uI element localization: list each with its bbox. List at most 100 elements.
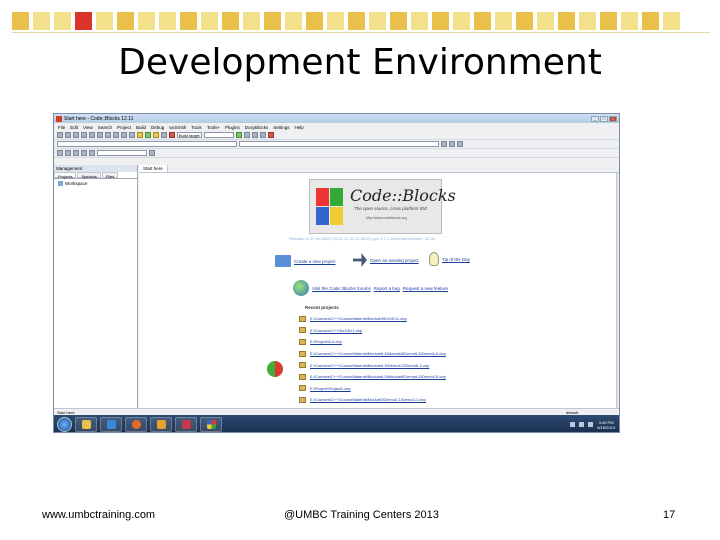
- menu-edit[interactable]: Edit: [70, 125, 78, 130]
- project-file-icon: [299, 338, 306, 345]
- deco-square: [264, 12, 281, 30]
- feature-request-link[interactable]: Request a new feature: [403, 286, 448, 291]
- function-select[interactable]: [239, 141, 439, 147]
- stop-debug-icon[interactable]: [268, 132, 275, 138]
- maximize-button[interactable]: □: [600, 115, 608, 122]
- save-icon[interactable]: [73, 132, 79, 138]
- taskbar-media[interactable]: [100, 417, 122, 432]
- tip-of-day-link[interactable]: Tip of the Day: [429, 252, 470, 266]
- debug-icon[interactable]: [236, 132, 243, 138]
- report-bug-link[interactable]: Report a bug: [374, 286, 400, 291]
- open-icon[interactable]: [65, 132, 71, 138]
- list-item[interactable]: E:\Project\Project1.cbp: [299, 383, 446, 395]
- regex-icon[interactable]: [89, 150, 95, 156]
- run-icon[interactable]: [145, 132, 151, 138]
- menu-wxsmith[interactable]: wxSmith: [169, 125, 186, 130]
- tab-files[interactable]: Files: [101, 172, 119, 179]
- build-icon[interactable]: [137, 132, 143, 138]
- save-all-icon[interactable]: [81, 132, 87, 138]
- deco-square: [285, 12, 302, 30]
- tab-symbols[interactable]: Symbols: [77, 172, 101, 179]
- menu-build[interactable]: Build: [136, 125, 146, 130]
- match-brace-icon[interactable]: [81, 150, 87, 156]
- paste-icon[interactable]: [121, 132, 127, 138]
- menu-file[interactable]: File: [58, 125, 65, 130]
- recent-projects-header: Recent projects: [305, 305, 339, 310]
- create-project-link[interactable]: Create a new project: [275, 255, 336, 267]
- editor-tabs: Start here: [139, 165, 619, 173]
- search-icon[interactable]: [149, 150, 155, 156]
- step-into-icon[interactable]: [252, 132, 259, 138]
- list-item[interactable]: E:\Project\6-4.cbp: [299, 336, 446, 348]
- list-item[interactable]: E:\Courses\C++\CourseMaterial\Module2\De…: [299, 394, 446, 406]
- list-item[interactable]: E:\Courses\C++\CourseMaterial\Module6-5\…: [299, 371, 446, 383]
- deco-square: [96, 12, 113, 30]
- menu-project[interactable]: Project: [117, 125, 131, 130]
- taskbar-photoshop[interactable]: [175, 417, 197, 432]
- workspace-node[interactable]: Workspace: [54, 179, 137, 188]
- menu-tools[interactable]: Tools: [191, 125, 202, 130]
- cut-icon[interactable]: [105, 132, 111, 138]
- scope-select[interactable]: [57, 141, 237, 147]
- taskbar-explorer[interactable]: [75, 417, 97, 432]
- jump-forward-icon[interactable]: [449, 141, 455, 147]
- menu-tools-plus[interactable]: Tools+: [207, 125, 220, 130]
- menu-settings[interactable]: Settings: [273, 125, 289, 130]
- clock-time: 3:40 PM: [598, 419, 614, 425]
- list-item[interactable]: E:\Courses\C++\CourseMaterial\Module6-5\…: [299, 359, 446, 371]
- slide-title: Development Environment: [118, 42, 602, 83]
- clock[interactable]: 3:40 PM 6/18/2013: [597, 420, 615, 430]
- minimize-button[interactable]: _: [591, 115, 599, 122]
- list-item[interactable]: E:\Courses\C++\Ex1\Ex1.cbp: [299, 325, 446, 337]
- menu-help[interactable]: Help: [295, 125, 304, 130]
- menu-plugins[interactable]: Plugins: [225, 125, 240, 130]
- menu-search[interactable]: Search: [98, 125, 112, 130]
- build-run-icon[interactable]: [153, 132, 159, 138]
- clock-date: 6/18/2013: [597, 424, 615, 430]
- close-button[interactable]: ×: [609, 115, 617, 122]
- prev-line-icon[interactable]: [65, 150, 71, 156]
- menu-doxyblocks[interactable]: DoxyBlocks: [245, 125, 269, 130]
- bookmark-icon[interactable]: [457, 141, 463, 147]
- undo-icon[interactable]: [89, 132, 95, 138]
- deco-square: [243, 12, 260, 30]
- step-icon[interactable]: [244, 132, 251, 138]
- jump-back-icon[interactable]: [441, 141, 447, 147]
- network-icon[interactable]: [570, 422, 576, 427]
- deco-square: [558, 12, 575, 30]
- open-project-link[interactable]: Open an existing project: [353, 253, 419, 267]
- list-item[interactable]: E:\Courses\C++\CourseMaterial\Module4\Ex…: [299, 313, 446, 325]
- footer-copyright: @UMBC Training Centers 2013: [284, 509, 439, 521]
- build-target-select[interactable]: [204, 132, 235, 138]
- forums-link[interactable]: Visit the Code::Blocks forums Report a b…: [293, 280, 448, 296]
- taskbar-codeblocks[interactable]: [200, 417, 222, 432]
- step-out-icon[interactable]: [260, 132, 267, 138]
- toggle-comment-icon[interactable]: [57, 150, 63, 156]
- flag-icon[interactable]: [579, 422, 585, 427]
- volume-icon[interactable]: [588, 422, 594, 427]
- search-input[interactable]: [97, 150, 147, 156]
- workspace-icon: [58, 181, 63, 186]
- taskbar-outlook[interactable]: [150, 417, 172, 432]
- refresh-icon[interactable]: [267, 361, 283, 377]
- copy-icon[interactable]: [113, 132, 119, 138]
- start-button[interactable]: [57, 417, 72, 432]
- next-line-icon[interactable]: [73, 150, 79, 156]
- tip-of-day-label: Tip of the Day: [442, 256, 470, 262]
- find-icon[interactable]: [129, 132, 135, 138]
- taskbar-firefox[interactable]: [125, 417, 147, 432]
- menu-view[interactable]: View: [83, 125, 93, 130]
- tab-start-here[interactable]: Start here: [139, 165, 168, 172]
- redo-icon[interactable]: [97, 132, 103, 138]
- project-file-icon: [299, 373, 306, 380]
- tab-projects[interactable]: Projects: [54, 172, 77, 179]
- vertical-scrollbar[interactable]: [616, 173, 619, 408]
- new-file-icon[interactable]: [57, 132, 63, 138]
- list-item[interactable]: E:\Courses\C++\CourseMaterial\Module6-5\…: [299, 348, 446, 360]
- rebuild-icon[interactable]: [161, 132, 167, 138]
- menu-debug[interactable]: Debug: [151, 125, 164, 130]
- abort-icon[interactable]: [169, 132, 175, 138]
- deco-square: [642, 12, 659, 30]
- deco-square: [369, 12, 386, 30]
- deco-square: [579, 12, 596, 30]
